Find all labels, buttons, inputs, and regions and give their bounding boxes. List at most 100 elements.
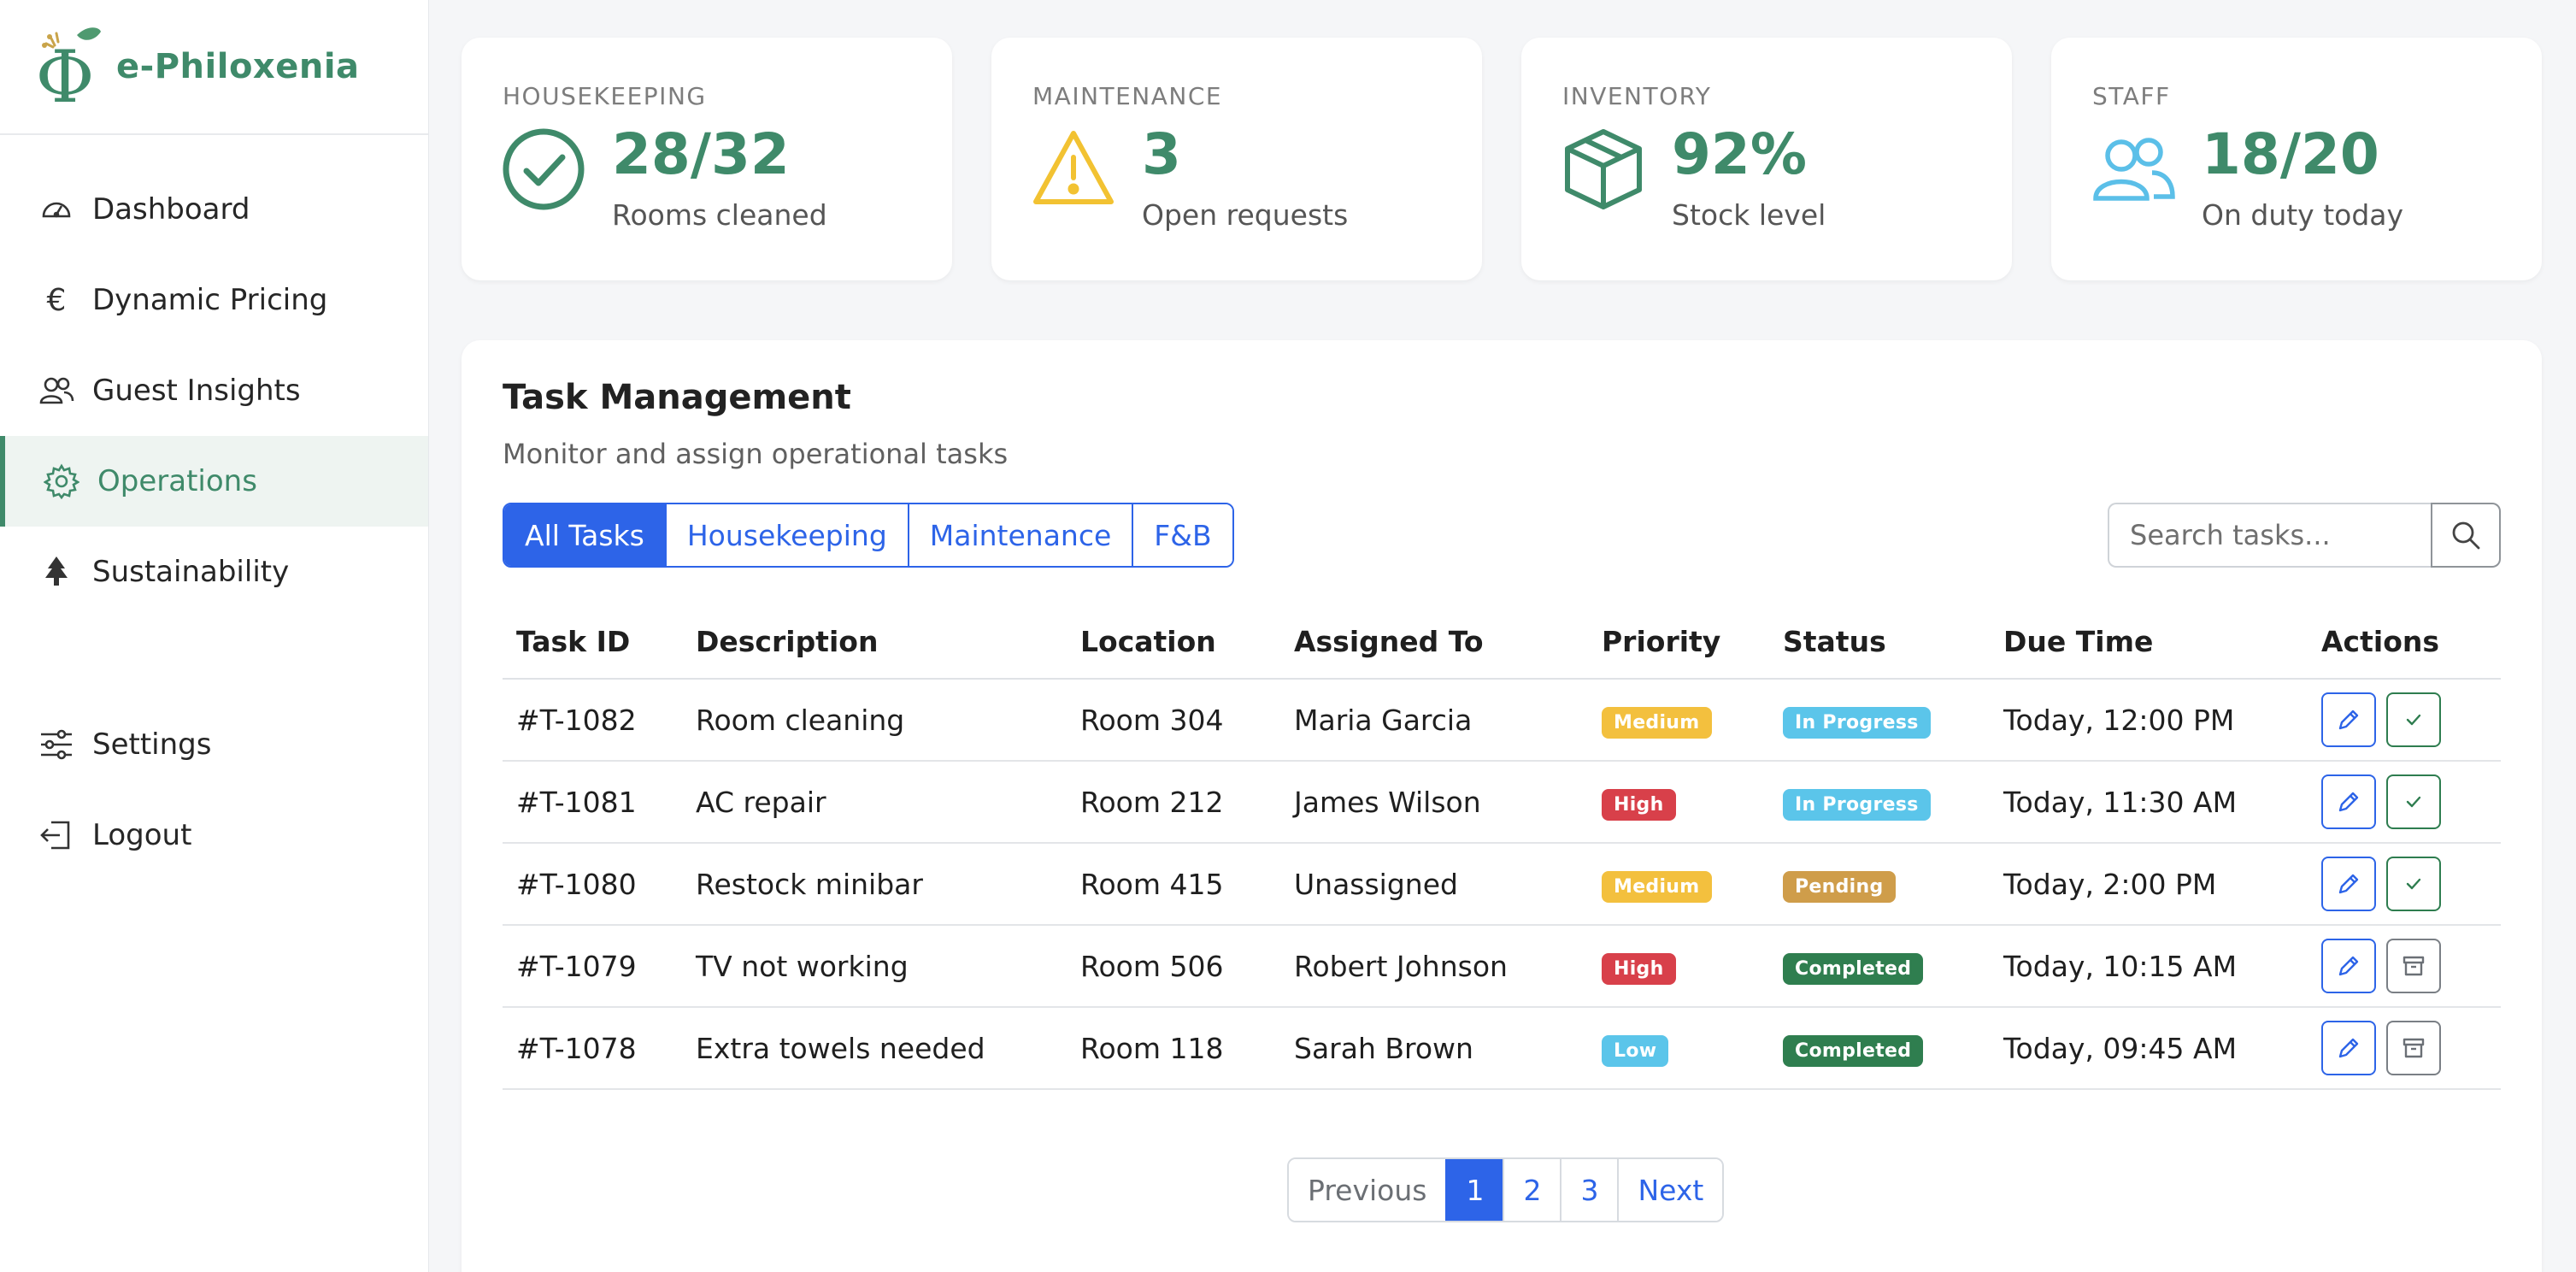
tree-icon [38, 553, 75, 591]
task-due-time: Today, 09:45 AM [1990, 1007, 2308, 1090]
complete-button[interactable] [2386, 857, 2441, 911]
task-description: AC repair [682, 761, 1067, 844]
stat-label: HOUSEKEEPING [503, 82, 707, 110]
stat-label: STAFF [2092, 82, 2171, 110]
priority-badge: Medium [1602, 870, 1712, 903]
task-id: #T-1080 [503, 843, 682, 926]
sidebar-item-settings[interactable]: Settings [0, 699, 428, 790]
task-assignee: Maria Garcia [1280, 679, 1588, 762]
people-icon [38, 372, 75, 409]
logout-icon [38, 816, 75, 854]
filter-all-tasks[interactable]: All Tasks [504, 504, 665, 566]
column-header[interactable]: Priority [1588, 605, 1769, 680]
stat-card-maintenance: MAINTENANCE 3 Open requests [991, 38, 1482, 280]
euro-icon: € [46, 282, 67, 318]
sidebar-item-operations[interactable]: Operations [0, 436, 428, 527]
edit-button[interactable] [2321, 774, 2376, 829]
edit-button[interactable] [2321, 857, 2376, 911]
section-title: Task Management [503, 378, 851, 417]
stat-value: 3 [1142, 121, 1181, 187]
pagination-page-3[interactable]: 3 [1560, 1159, 1618, 1221]
sidebar-item-label: Sustainability [92, 555, 290, 589]
sidebar-item-dashboard[interactable]: Dashboard [0, 164, 428, 255]
table-row[interactable]: #T-1082 Room cleaning Room 304 Maria Garcia… [503, 679, 2501, 762]
sliders-icon [38, 726, 75, 763]
table-row[interactable]: #T-1081 AC repair Room 212 James Wilson High… [503, 761, 2501, 844]
row-actions [2308, 761, 2501, 844]
search-input[interactable] [2108, 503, 2431, 568]
status-badge: In Progress [1783, 706, 1931, 739]
row-actions [2308, 679, 2501, 762]
column-header[interactable]: Due Time [1990, 605, 2308, 680]
status-badge: Completed [1783, 1034, 1924, 1067]
column-header[interactable]: Task ID [503, 605, 682, 680]
edit-button[interactable] [2321, 1021, 2376, 1075]
filter-maintenance[interactable]: Maintenance [907, 504, 1132, 566]
pencil-icon [2336, 707, 2361, 733]
column-header[interactable]: Assigned To [1280, 605, 1588, 680]
filter-housekeeping[interactable]: Housekeeping [664, 504, 908, 566]
check-icon [2402, 872, 2426, 896]
sidebar-item-label: Operations [97, 464, 257, 498]
check-icon [2402, 790, 2426, 814]
sidebar-item-logout[interactable]: Logout [0, 790, 428, 880]
complete-button[interactable] [2386, 692, 2441, 747]
pagination-page-1[interactable]: 1 [1445, 1159, 1503, 1221]
priority-badge: Low [1602, 1034, 1669, 1067]
sidebar-item-label: Settings [92, 727, 212, 762]
sidebar-item-sustainability[interactable]: Sustainability [0, 527, 428, 617]
task-assignee: Robert Johnson [1280, 925, 1588, 1008]
priority-badge: Medium [1602, 706, 1712, 739]
complete-button[interactable] [2386, 774, 2441, 829]
task-description: Room cleaning [682, 679, 1067, 762]
task-location: Room 212 [1067, 761, 1280, 844]
pagination: Previous 1 2 3 Next [1287, 1157, 1725, 1222]
sidebar-item-guest-insights[interactable]: Guest Insights [0, 345, 428, 436]
status-badge: Pending [1783, 870, 1896, 903]
sidebar-item-label: Guest Insights [92, 374, 301, 408]
pagination-next[interactable]: Next [1617, 1159, 1723, 1221]
stat-label: MAINTENANCE [1032, 82, 1223, 110]
pagination-page-2[interactable]: 2 [1503, 1159, 1561, 1221]
brand-name: e-Philoxenia [116, 47, 360, 86]
stat-card-housekeeping: HOUSEKEEPING 28/32 Rooms cleaned [462, 38, 952, 280]
pencil-icon [2336, 1035, 2361, 1061]
sidebar: Φ e-Philoxenia Dashboard € Dynamic Prici… [0, 0, 429, 1272]
search-button[interactable] [2431, 503, 2501, 568]
row-actions [2308, 843, 2501, 926]
sidebar-item-dynamic-pricing[interactable]: € Dynamic Pricing [0, 255, 428, 345]
row-actions [2308, 1007, 2501, 1090]
warning-icon [1033, 131, 1114, 204]
column-header: Actions [2308, 605, 2501, 680]
section-subtitle: Monitor and assign operational tasks [503, 438, 1009, 470]
pagination-previous[interactable]: Previous [1289, 1159, 1446, 1221]
sidebar-item-label: Dashboard [92, 192, 250, 227]
filter-fnb[interactable]: F&B [1132, 504, 1232, 566]
column-header[interactable]: Status [1769, 605, 1990, 680]
priority-badge: High [1602, 788, 1676, 821]
column-header[interactable]: Location [1067, 605, 1280, 680]
stat-value: 18/20 [2202, 121, 2379, 187]
sidebar-nav: Dashboard € Dynamic Pricing Guest Insigh… [0, 164, 428, 617]
gear-icon [43, 462, 80, 500]
stat-value: 92% [1672, 121, 1807, 187]
sidebar-nav-bottom: Settings Logout [0, 699, 428, 880]
check-icon [2402, 708, 2426, 732]
stat-sub: Rooms cleaned [612, 198, 827, 232]
column-header[interactable]: Description [682, 605, 1067, 680]
stat-sub: Stock level [1672, 198, 1826, 232]
task-assignee: James Wilson [1280, 761, 1588, 844]
stat-label: INVENTORY [1562, 82, 1712, 110]
table-row[interactable]: #T-1078 Extra towels needed Room 118 Sarah … [503, 1007, 2501, 1090]
archive-button[interactable] [2386, 939, 2441, 993]
task-due-time: Today, 10:15 AM [1990, 925, 2308, 1008]
task-search [2108, 503, 2501, 568]
brand[interactable]: Φ e-Philoxenia [0, 0, 428, 135]
task-assignee: Sarah Brown [1280, 1007, 1588, 1090]
table-row[interactable]: #T-1080 Restock minibar Room 415 Unassigned… [503, 843, 2501, 926]
edit-button[interactable] [2321, 692, 2376, 747]
archive-button[interactable] [2386, 1021, 2441, 1075]
edit-button[interactable] [2321, 939, 2376, 993]
task-table: Task ID Description Location Assigned To… [503, 605, 2501, 1090]
table-row[interactable]: #T-1079 TV not working Room 506 Robert John… [503, 925, 2501, 1008]
